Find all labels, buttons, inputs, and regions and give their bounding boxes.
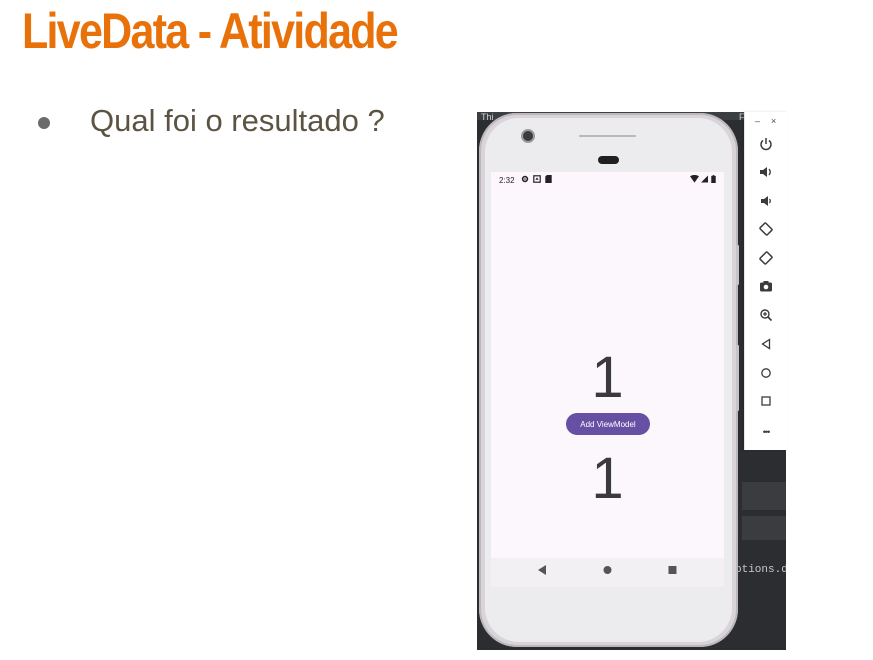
sd-card-icon [545, 175, 552, 186]
ide-panel-row [742, 482, 786, 510]
zoom-icon[interactable] [745, 308, 787, 326]
rotate-right-icon[interactable] [745, 251, 787, 269]
counter-text-bottom: 1 [591, 446, 624, 511]
close-button[interactable]: × [771, 116, 776, 126]
back-icon[interactable] [745, 337, 787, 355]
camera-icon[interactable] [745, 279, 787, 297]
battery-icon [711, 175, 716, 186]
ide-title-left: Thi [481, 112, 494, 122]
counter-text-top: 1 [591, 345, 624, 410]
power-icon[interactable] [745, 137, 787, 155]
bullet-dot [38, 117, 50, 129]
notification-icon [533, 175, 541, 186]
power-key[interactable] [736, 245, 739, 285]
front-camera [523, 131, 533, 141]
emulator-toolbar: – × ••• [744, 112, 787, 450]
volume-up-icon[interactable] [745, 165, 787, 183]
status-bar: 2:32 [491, 172, 724, 188]
settings-icon [521, 175, 529, 186]
nav-home-icon[interactable] [603, 565, 612, 579]
nav-back-icon[interactable] [538, 565, 547, 579]
wifi-icon [690, 174, 699, 186]
slide-title: LiveData - Atividade [22, 3, 399, 59]
volume-key[interactable] [736, 345, 739, 411]
phone-screen: 2:32 1 Add ViewModel 1 [491, 172, 724, 587]
ide-panel-row [742, 516, 786, 540]
nav-overview-icon[interactable] [668, 565, 677, 579]
bullet-text: Qual foi o resultado ? [90, 103, 385, 138]
add-viewmodel-button[interactable]: Add ViewModel [566, 413, 650, 435]
signal-icon [701, 175, 708, 186]
speaker-grille [579, 135, 636, 137]
ide-code-text: otions.d [735, 564, 786, 576]
status-time: 2:32 [499, 176, 515, 185]
minimize-button[interactable]: – [755, 116, 760, 126]
more-icon[interactable]: ••• [745, 424, 787, 440]
overview-icon[interactable] [745, 394, 787, 412]
navigation-bar [491, 558, 724, 587]
home-icon[interactable] [745, 366, 787, 384]
emulator-phone: 2:32 1 Add ViewModel 1 [479, 113, 739, 647]
rotate-left-icon[interactable] [745, 222, 787, 240]
volume-down-icon[interactable] [745, 194, 787, 212]
earpiece [598, 156, 619, 164]
